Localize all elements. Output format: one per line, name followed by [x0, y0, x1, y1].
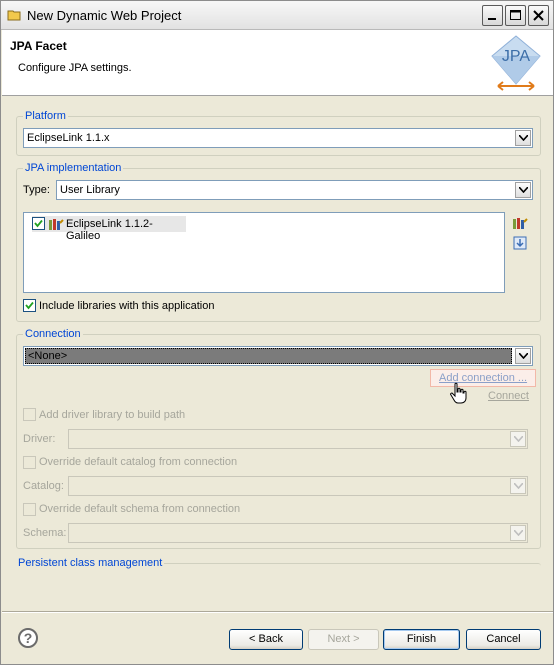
- jpa-logo-text: JPA: [502, 48, 530, 65]
- connection-group-label: Connection: [23, 328, 83, 340]
- type-label: Type:: [23, 184, 50, 196]
- list-item[interactable]: EclipseLink 1.1.2-Galileo: [32, 216, 186, 242]
- connect-link[interactable]: Connect: [488, 390, 529, 402]
- chevron-down-icon: [514, 483, 523, 489]
- checkmark-icon: [25, 301, 34, 310]
- maximize-icon: [510, 10, 521, 20]
- jpa-logo-icon: JPA: [491, 35, 541, 91]
- checkmark-icon: [34, 219, 43, 228]
- schema-combo-arrow[interactable]: [510, 525, 526, 541]
- library-list[interactable]: EclipseLink 1.1.2-Galileo: [23, 212, 505, 293]
- page-description: Configure JPA settings.: [18, 62, 132, 74]
- library-icon: [49, 219, 64, 230]
- add-driver-label: Add driver library to build path: [39, 409, 186, 421]
- override-catalog-checkbox[interactable]: [23, 456, 36, 469]
- finish-button[interactable]: Finish: [383, 629, 460, 650]
- driver-combo-arrow[interactable]: [510, 431, 526, 447]
- chevron-down-icon: [514, 530, 523, 536]
- catalog-label: Catalog:: [23, 480, 64, 492]
- window-title: New Dynamic Web Project: [27, 8, 182, 23]
- jpa-implementation-group-label: JPA implementation: [23, 162, 124, 174]
- connection-combo[interactable]: <None>: [23, 346, 533, 366]
- help-icon[interactable]: ?: [18, 628, 38, 648]
- library-checkbox[interactable]: [32, 217, 45, 230]
- override-schema-checkbox[interactable]: [23, 503, 36, 516]
- persistent-class-group-label: Persistent class management: [16, 557, 165, 569]
- add-driver-checkbox[interactable]: [23, 408, 36, 421]
- title-bar[interactable]: New Dynamic Web Project: [1, 1, 553, 30]
- type-combo[interactable]: User Library: [56, 180, 533, 200]
- type-combo-arrow[interactable]: [515, 182, 531, 198]
- minimize-icon: [488, 18, 496, 20]
- include-libraries-label: Include libraries with this application: [39, 300, 215, 312]
- include-libraries-checkbox[interactable]: [23, 299, 36, 312]
- schema-combo[interactable]: [68, 523, 528, 543]
- cancel-button[interactable]: Cancel: [466, 629, 541, 650]
- close-button[interactable]: [528, 5, 549, 26]
- platform-combo[interactable]: EclipseLink 1.1.x: [23, 128, 533, 148]
- platform-combo-value: EclipseLink 1.1.x: [27, 132, 110, 144]
- next-button[interactable]: Next >: [308, 629, 379, 650]
- dialog-window: New Dynamic Web Project JPA Facet Config…: [0, 0, 554, 665]
- chevron-down-icon: [514, 436, 523, 442]
- maximize-button[interactable]: [505, 5, 526, 26]
- chevron-down-icon: [519, 135, 528, 141]
- chevron-down-icon: [519, 187, 528, 193]
- catalog-combo-arrow[interactable]: [510, 478, 526, 494]
- manage-libraries-icon[interactable]: [512, 215, 528, 231]
- connection-combo-value: <None>: [25, 348, 512, 364]
- back-button[interactable]: < Back: [229, 629, 303, 650]
- hand-cursor-icon: [450, 382, 467, 404]
- platform-group-label: Platform: [23, 110, 68, 122]
- driver-label: Driver:: [23, 433, 56, 445]
- minimize-button[interactable]: [482, 5, 503, 26]
- close-icon: [533, 10, 544, 21]
- download-library-icon[interactable]: [512, 235, 528, 251]
- chevron-down-icon: [519, 353, 528, 359]
- catalog-combo[interactable]: [68, 476, 528, 496]
- library-name: EclipseLink 1.1.2-Galileo: [66, 218, 153, 242]
- override-catalog-label: Override default catalog from connection: [39, 456, 238, 468]
- page-title: JPA Facet: [10, 39, 67, 53]
- type-combo-value: User Library: [60, 184, 120, 196]
- wizard-header: JPA Facet Configure JPA settings. JPA: [2, 30, 553, 96]
- footer-separator: [2, 611, 553, 613]
- persistent-class-group: Persistent class management: [16, 557, 541, 571]
- connection-combo-arrow[interactable]: [515, 348, 531, 364]
- platform-combo-arrow[interactable]: [515, 130, 531, 146]
- override-schema-label: Override default schema from connection: [39, 503, 241, 515]
- eclipse-app-icon: [7, 10, 21, 21]
- schema-label: Schema:: [23, 527, 67, 539]
- driver-combo[interactable]: [68, 429, 528, 449]
